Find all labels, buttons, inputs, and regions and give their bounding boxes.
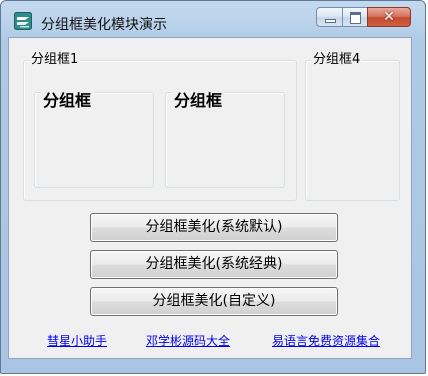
app-icon	[14, 12, 32, 30]
beautify-custom-button[interactable]: 分组框美化(自定义)	[90, 287, 338, 316]
group-box-inner-right-label: 分组框	[172, 91, 225, 111]
comet-assistant-link[interactable]: 彗星小助手	[47, 332, 107, 349]
maximize-icon	[350, 12, 361, 24]
minimize-icon	[325, 19, 336, 23]
beautify-system-classic-button[interactable]: 分组框美化(系统经典)	[90, 250, 338, 279]
maximize-button[interactable]	[342, 7, 367, 27]
client-area: 分组框1 分组框 分组框 分组框4 分组框美化(系统默认) 分组框美化(系统经典…	[8, 37, 412, 359]
group-box-inner-left-label: 分组框	[41, 91, 94, 111]
window-title: 分组框美化模块演示	[41, 17, 167, 33]
close-button[interactable]: ✕	[367, 7, 411, 27]
group-box-4: 分组框4	[305, 52, 400, 201]
minimize-button[interactable]	[316, 7, 342, 27]
deng-source-link[interactable]: 邓学彬源码大全	[146, 332, 230, 349]
group-box-4-label: 分组框4	[311, 52, 363, 68]
eyuyan-resources-link[interactable]: 易语言免费资源集合	[272, 332, 380, 349]
group-box-inner-left: 分组框	[34, 91, 154, 188]
group-box-inner-right: 分组框	[165, 91, 285, 188]
group-box-1-label: 分组框1	[29, 52, 81, 68]
beautify-system-default-button[interactable]: 分组框美化(系统默认)	[90, 213, 338, 242]
close-icon: ✕	[383, 9, 395, 25]
title-bar[interactable]: 分组框美化模块演示 ✕	[1, 1, 425, 37]
caption-buttons: ✕	[316, 7, 411, 29]
app-window: 分组框美化模块演示 ✕ 分组框1 分组框 分组框 分组框4 分组框美化(系统默认…	[0, 0, 426, 374]
